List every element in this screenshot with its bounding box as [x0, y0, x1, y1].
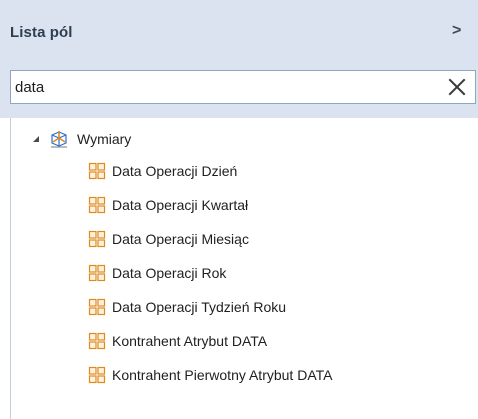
expanded-triangle-icon[interactable] [31, 134, 41, 144]
dimension-attribute-icon [88, 230, 106, 248]
tree-item-label: Data Operacji Kwartał [112, 197, 249, 213]
tree-node-label: Wymiary [77, 131, 132, 147]
search-box [10, 70, 476, 104]
panel-header: Lista pól > [0, 0, 478, 118]
dimension-attribute-icon [88, 196, 106, 214]
dimension-attribute-icon [88, 162, 106, 180]
dimension-attribute-icon [88, 366, 106, 384]
tree-item-data-operacji-rok[interactable]: Data Operacji Rok [88, 262, 226, 284]
dimension-attribute-icon [88, 332, 106, 350]
tree-item-label: Data Operacji Tydzień Roku [112, 299, 287, 315]
dimension-attribute-icon [88, 264, 106, 282]
tree-node-wymiary[interactable]: Wymiary [31, 128, 131, 150]
tree-item-data-operacji-tydzien-roku[interactable]: Data Operacji Tydzień Roku [88, 296, 286, 318]
tree-item-label: Data Operacji Rok [112, 265, 227, 281]
dimensions-cube-icon [51, 131, 67, 148]
tree-item-kontrahent-atrybut-data[interactable]: Kontrahent Atrybut DATA [88, 330, 267, 352]
tree-item-data-operacji-dzien[interactable]: Data Operacji Dzień [88, 160, 237, 182]
tree-item-label: Kontrahent Atrybut DATA [112, 333, 268, 349]
collapse-chevron-icon[interactable]: > [452, 22, 461, 40]
tree-item-kontrahent-pierwotny-atrybut-data[interactable]: Kontrahent Pierwotny Atrybut DATA [88, 364, 332, 386]
panel-title: Lista pól [10, 24, 73, 41]
tree-item-data-operacji-miesiac[interactable]: Data Operacji Miesiąc [88, 228, 249, 250]
field-tree: Wymiary Data Operacji Dzień Data Operacj… [10, 118, 478, 419]
tree-item-label: Data Operacji Dzień [112, 163, 238, 179]
dimension-attribute-icon [88, 298, 106, 316]
tree-item-label: Kontrahent Pierwotny Atrybut DATA [112, 367, 333, 383]
close-icon[interactable] [445, 75, 469, 99]
tree-item-label: Data Operacji Miesiąc [112, 231, 249, 247]
tree-item-data-operacji-kwartal[interactable]: Data Operacji Kwartał [88, 194, 248, 216]
field-list-panel: Lista pól > Wymiary [0, 0, 478, 419]
search-input[interactable] [15, 71, 435, 103]
